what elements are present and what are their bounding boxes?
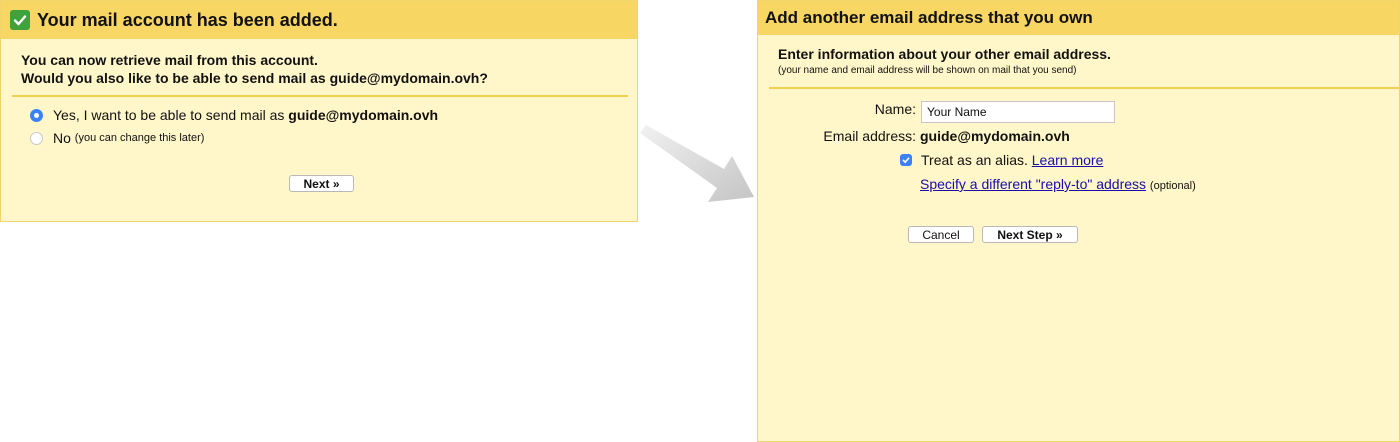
- next-button[interactable]: Next »: [289, 175, 354, 192]
- checkbox-icon[interactable]: [900, 154, 912, 166]
- learn-more-link[interactable]: Learn more: [1032, 152, 1104, 168]
- reply-to-note: (optional): [1149, 180, 1196, 192]
- check-icon: [10, 10, 30, 30]
- name-label: Name:: [874, 101, 916, 117]
- account-added-panel: Your mail account has been added. You ca…: [0, 0, 638, 222]
- add-email-panel: Add another email address that you own E…: [757, 0, 1400, 442]
- option-no-label: No: [53, 130, 71, 146]
- info-line-2: Would you also like to be able to send m…: [21, 70, 488, 86]
- panel-title: Your mail account has been added.: [37, 9, 338, 30]
- option-yes-text: Yes, I want to be able to send mail as: [53, 107, 285, 123]
- reply-to-link[interactable]: Specify a different "reply-to" address: [920, 176, 1146, 192]
- option-no-note: (you can change this later): [74, 132, 205, 144]
- divider: [769, 87, 1399, 89]
- option-no[interactable]: No (you can change this later): [30, 130, 204, 146]
- next-step-button[interactable]: Next Step »: [982, 226, 1078, 243]
- divider: [12, 95, 628, 97]
- panel-header: Add another email address that you own: [758, 1, 1399, 35]
- info-line-1: You can now retrieve mail from this acco…: [21, 52, 318, 68]
- form-subtitle: Enter information about your other email…: [778, 46, 1111, 62]
- panel-title: Add another email address that you own: [765, 8, 1093, 27]
- cancel-button[interactable]: Cancel: [908, 226, 974, 243]
- option-yes-email: guide@mydomain.ovh: [288, 107, 439, 123]
- option-yes[interactable]: Yes, I want to be able to send mail as g…: [30, 107, 438, 123]
- name-input[interactable]: [921, 101, 1115, 123]
- alias-text: Treat as an alias.: [921, 152, 1028, 168]
- radio-icon[interactable]: [30, 131, 43, 145]
- radio-icon[interactable]: [30, 108, 43, 122]
- alias-row: Treat as an alias. Learn more: [900, 152, 1103, 168]
- email-label: Email address:: [823, 128, 916, 144]
- panel-header: Your mail account has been added.: [1, 1, 637, 39]
- form-note: (your name and email address will be sho…: [778, 65, 1077, 76]
- arrow-icon: [640, 125, 754, 202]
- email-value: guide@mydomain.ovh: [920, 128, 1070, 144]
- reply-to-row: Specify a different "reply-to" address (…: [920, 176, 1196, 192]
